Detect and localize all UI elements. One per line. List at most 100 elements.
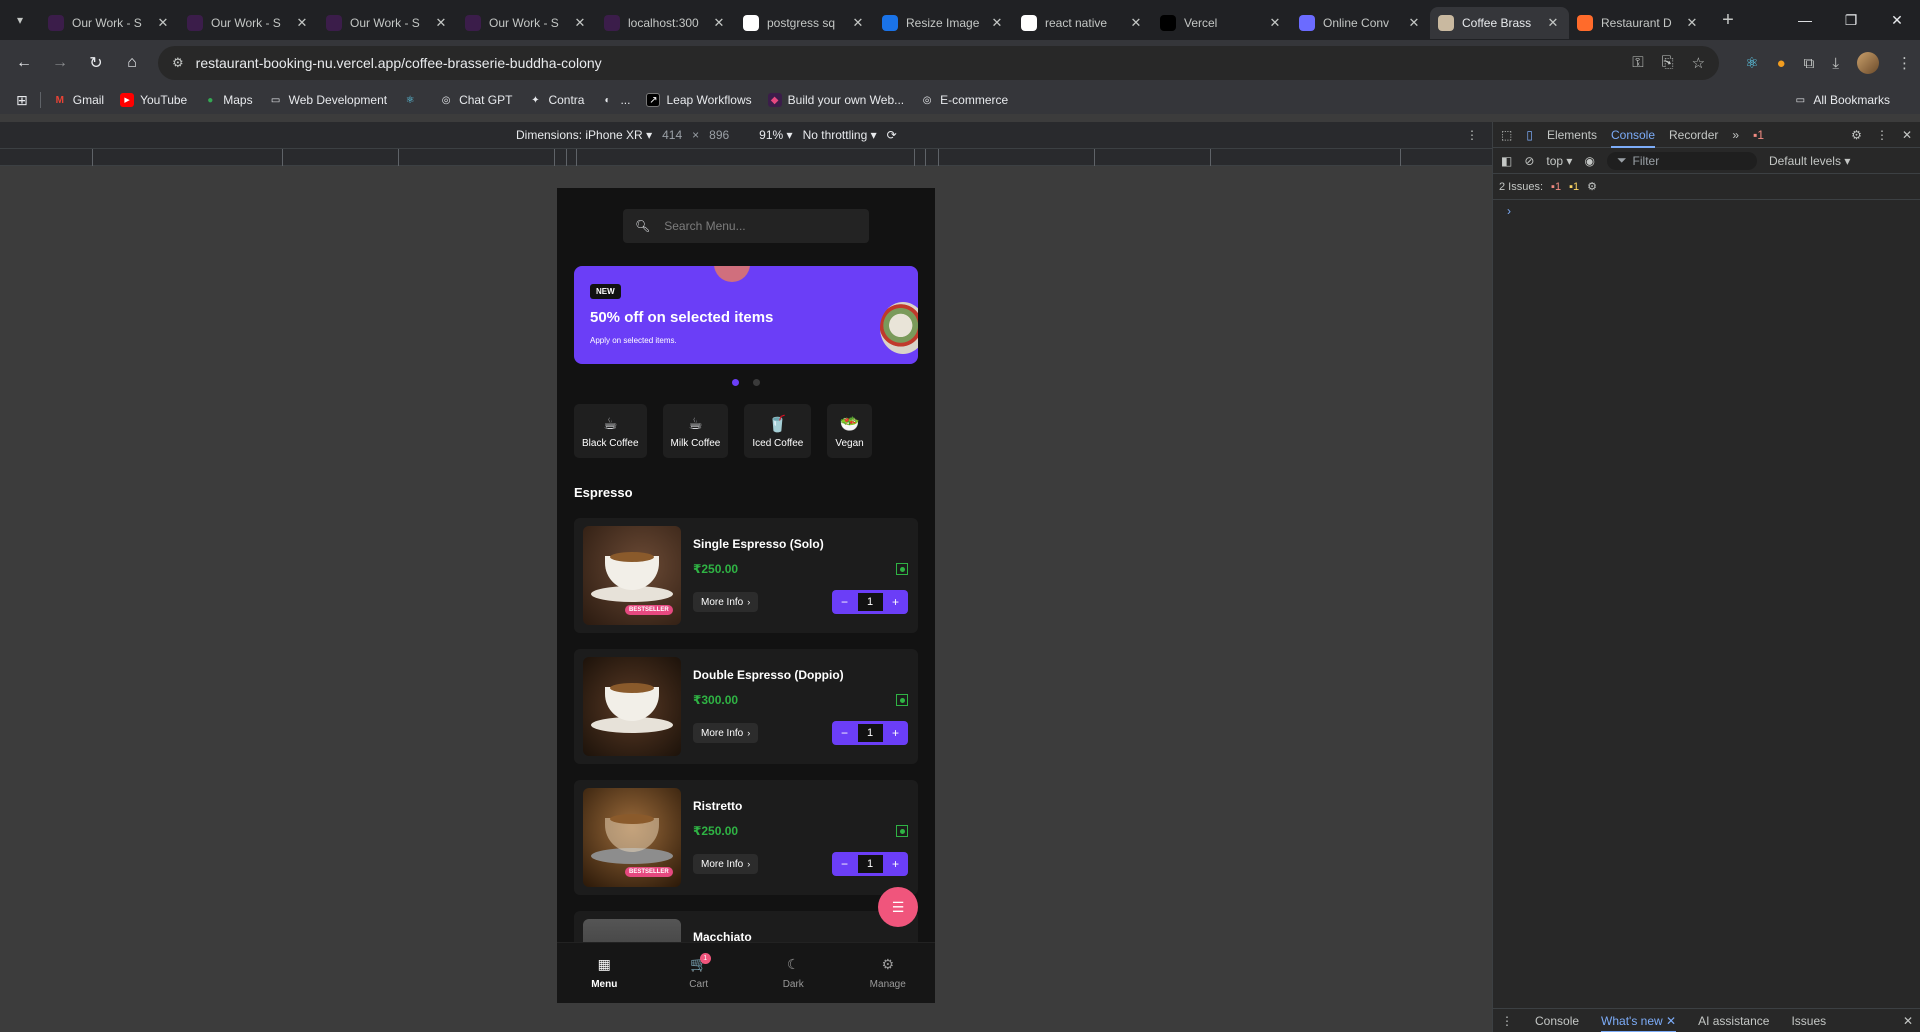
tab-recorder[interactable]: Recorder [1669, 122, 1718, 148]
bookmark-ecommerce[interactable]: ◎ E-commerce [920, 93, 1008, 107]
console-settings-icon[interactable]: ⚙ [1587, 180, 1597, 193]
settings-icon[interactable]: ⚙ [1851, 128, 1862, 142]
bookmark-web-development[interactable]: ▭ Web Development [269, 93, 387, 107]
browser-tab[interactable]: Coffee Brass ✕ [1430, 7, 1569, 39]
close-tab-icon[interactable]: ✕ [1406, 15, 1422, 31]
decrease-button[interactable]: − [832, 857, 857, 871]
close-tab-icon[interactable]: ✕ [572, 15, 588, 31]
close-tab-icon[interactable]: ✕ [433, 15, 449, 31]
browser-tab[interactable]: postgress sq ✕ [735, 7, 874, 39]
bookmark-leap-workflows[interactable]: ↗ Leap Workflows [646, 93, 752, 107]
close-tab-icon[interactable]: ✕ [850, 15, 866, 31]
close-tab-icon[interactable]: ✕ [989, 15, 1005, 31]
close-tab-icon[interactable]: ✕ [1267, 15, 1283, 31]
install-app-icon[interactable]: ⎘ [1662, 54, 1674, 72]
drawer-tab-whats-new[interactable]: What's new ✕ [1601, 1014, 1677, 1032]
more-info-button[interactable]: More Info › [693, 854, 759, 874]
eye-icon[interactable]: ◉ [1584, 154, 1594, 168]
category-iced-coffee[interactable]: 🥤 Iced Coffee [744, 404, 812, 458]
browser-tab[interactable]: Restaurant D ✕ [1569, 7, 1708, 39]
close-tab-icon[interactable]: ✕ [1684, 15, 1700, 31]
browser-tab[interactable]: Vercel ✕ [1152, 7, 1291, 39]
browser-tab[interactable]: Our Work - S ✕ [457, 7, 596, 39]
more-info-button[interactable]: More Info › [693, 723, 759, 743]
bookmark-ellipsis[interactable]: ◐... [600, 93, 630, 107]
home-button[interactable]: ⌂ [116, 47, 148, 79]
item-image[interactable]: BESTSELLER [583, 526, 681, 625]
nav-menu[interactable]: ▦ Menu [557, 943, 652, 1003]
category-vegan[interactable]: 🥗 Vegan [827, 404, 872, 458]
issues-bar[interactable]: 2 Issues: ▪1 ▪1 ⚙ [1493, 174, 1920, 200]
browser-tab[interactable]: Our Work - S ✕ [318, 7, 457, 39]
category-black-coffee[interactable]: ☕ Black Coffee [574, 404, 647, 458]
address-bar[interactable]: ⚙ restaurant-booking-nu.vercel.app/coffe… [158, 46, 1720, 80]
device-toolbar-menu-icon[interactable]: ⋮ [1466, 128, 1478, 142]
context-select[interactable]: top ▾ [1546, 154, 1572, 168]
extension-icon[interactable]: ● [1777, 55, 1786, 72]
browser-tab[interactable]: Our Work - S ✕ [179, 7, 318, 39]
browser-tab[interactable]: Resize Image ✕ [874, 7, 1013, 39]
close-window-icon[interactable]: ✕ [1874, 0, 1920, 40]
increase-button[interactable]: + [883, 595, 908, 609]
minimize-icon[interactable]: — [1782, 0, 1828, 40]
kebab-menu-icon[interactable]: ⋮ [1897, 54, 1912, 72]
browser-tab[interactable]: Online Conv ✕ [1291, 7, 1430, 39]
star-icon[interactable]: ☆ [1692, 54, 1705, 72]
devtools-menu-icon[interactable]: ⋮ [1876, 128, 1888, 142]
bookmark-build-web[interactable]: ◆ Build your own Web... [767, 93, 904, 107]
key-icon[interactable]: ⚿ [1632, 54, 1643, 72]
decrease-button[interactable]: − [832, 595, 857, 609]
filter-input[interactable]: ⏷ Filter [1606, 151, 1757, 170]
nav-dark[interactable]: ☾ Dark [746, 943, 841, 1003]
carousel-dot[interactable] [732, 379, 739, 386]
browser-tab[interactable]: react native ✕ [1013, 7, 1152, 39]
zoom-select[interactable]: 91% ▾ [759, 128, 792, 142]
category-milk-coffee[interactable]: ☕ Milk Coffee [662, 404, 729, 458]
close-tab-icon[interactable]: ✕ [1128, 15, 1144, 31]
close-tab-icon[interactable]: ✕ [1545, 15, 1561, 31]
back-button[interactable]: ← [8, 47, 40, 79]
browser-tab[interactable]: Our Work - S ✕ [40, 7, 179, 39]
inspect-icon[interactable]: ⬚ [1501, 128, 1512, 142]
rotate-icon[interactable]: ⟳ [887, 128, 897, 142]
browser-tab[interactable]: localhost:300 ✕ [596, 7, 735, 39]
device-toggle-icon[interactable]: ▯ [1526, 128, 1533, 142]
console-prompt[interactable]: › [1493, 200, 1920, 222]
nav-manage[interactable]: ⚙ Manage [841, 943, 936, 1003]
close-drawer-icon[interactable]: ✕ [1903, 1014, 1913, 1028]
tab-search-button[interactable]: ▾ [0, 0, 40, 40]
all-bookmarks[interactable]: ▭ All Bookmarks [1793, 93, 1890, 107]
increase-button[interactable]: + [883, 857, 908, 871]
drawer-tab-ai-assistance[interactable]: AI assistance [1698, 1014, 1769, 1028]
search-input[interactable] [664, 219, 845, 233]
log-levels-select[interactable]: Default levels ▾ [1769, 154, 1850, 168]
item-image[interactable] [583, 657, 681, 756]
bookmark-contra[interactable]: ✦ Contra [528, 93, 584, 107]
promo-banner[interactable]: NEW 50% off on selected items Apply on s… [574, 266, 918, 364]
close-devtools-icon[interactable]: ✕ [1902, 128, 1912, 142]
extensions-puzzle-icon[interactable]: ⧉ [1804, 55, 1815, 72]
error-count-badge[interactable]: ▪1 [1753, 128, 1764, 142]
bookmark-maps[interactable]: ● Maps [203, 93, 252, 107]
throttling-select[interactable]: No throttling ▾ [803, 128, 877, 142]
tab-console[interactable]: Console [1610, 122, 1656, 148]
drawer-menu-icon[interactable]: ⋮ [1501, 1014, 1513, 1028]
profile-avatar[interactable] [1857, 52, 1879, 74]
site-info-icon[interactable]: ⚙ [172, 55, 184, 71]
bookmark-react[interactable]: ⚛ [403, 93, 423, 107]
more-tabs-icon[interactable]: » [1732, 128, 1739, 142]
bookmark-gmail[interactable]: M Gmail [53, 93, 105, 107]
more-info-button[interactable]: More Info › [693, 592, 759, 612]
reload-button[interactable]: ↻ [80, 47, 112, 79]
bookmark-youtube[interactable]: ▶ YouTube [120, 93, 187, 107]
close-tab-icon[interactable]: ✕ [294, 15, 310, 31]
sidebar-toggle-icon[interactable]: ◧ [1501, 154, 1512, 168]
apps-grid-icon[interactable]: ⊞ [16, 92, 28, 109]
device-select[interactable]: Dimensions: iPhone XR ▾ [516, 128, 652, 142]
drawer-tab-console[interactable]: Console [1535, 1014, 1579, 1028]
restore-icon[interactable]: ❐ [1828, 0, 1874, 40]
drawer-tab-issues[interactable]: Issues [1791, 1014, 1826, 1028]
bookmark-chatgpt[interactable]: ◎ Chat GPT [439, 93, 513, 107]
forward-button[interactable]: → [44, 47, 76, 79]
react-extension-icon[interactable]: ⚛ [1745, 54, 1758, 72]
